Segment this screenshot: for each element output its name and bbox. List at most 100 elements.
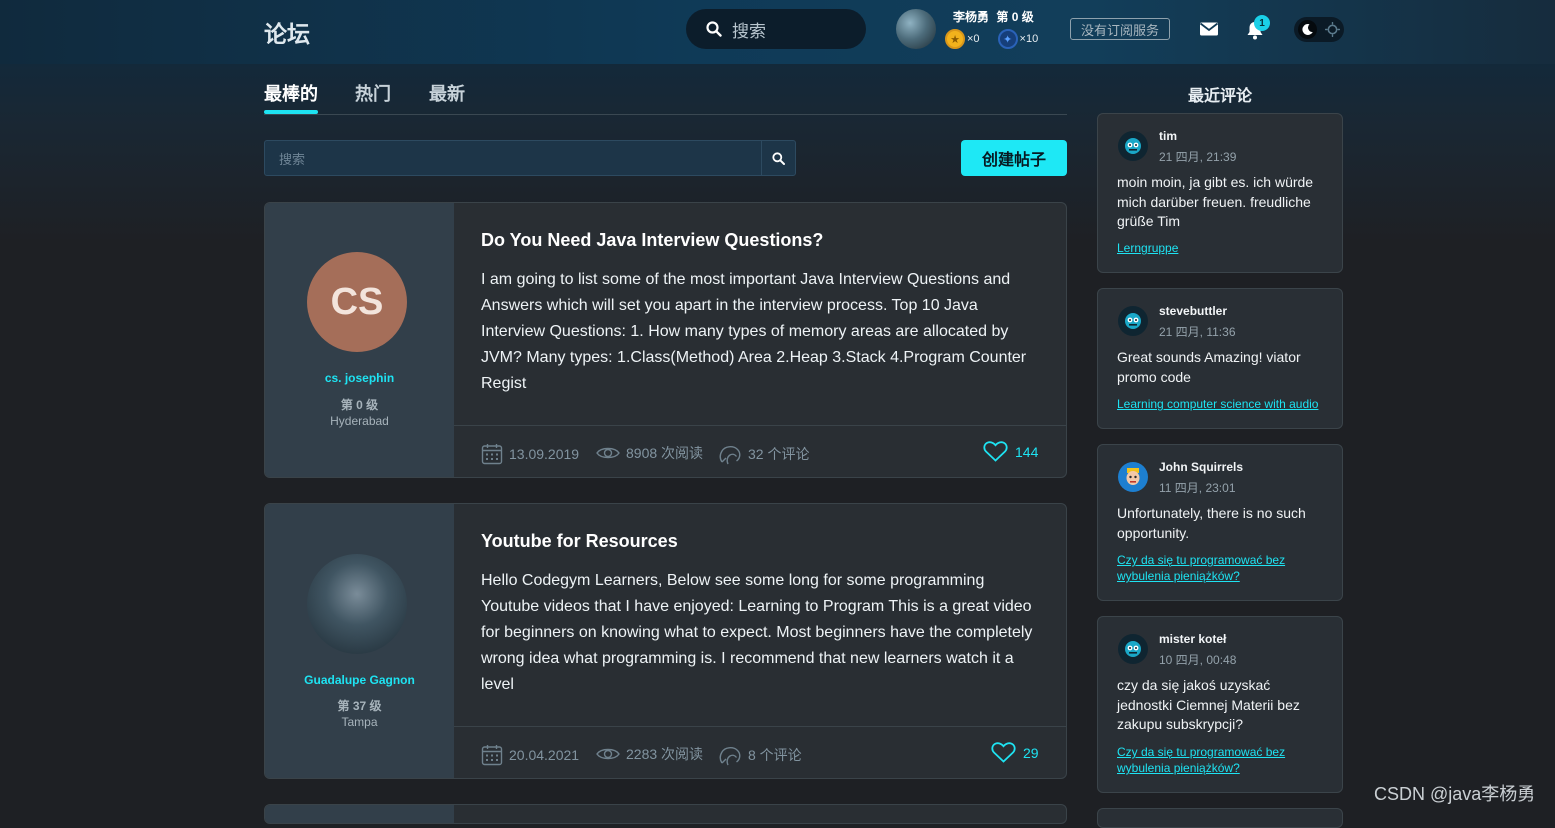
post-comments[interactable]: 8 个评论 bbox=[718, 744, 802, 766]
post-title[interactable]: Do You Need Java Interview Questions? bbox=[481, 230, 823, 251]
theme-toggle[interactable] bbox=[1294, 17, 1344, 42]
tab-hot[interactable]: 热门 bbox=[355, 80, 391, 106]
comment-post-link[interactable]: Czy da się tu programować bez wybulenia … bbox=[1117, 552, 1329, 584]
comment-post-link[interactable]: Learning computer science with audio bbox=[1117, 396, 1329, 412]
comment-card: stevebuttler 21 四月, 11:36 Great sounds A… bbox=[1097, 288, 1343, 429]
tab-best[interactable]: 最棒的 bbox=[264, 80, 318, 106]
author-avatar[interactable] bbox=[307, 554, 407, 654]
like-count: 29 bbox=[1023, 744, 1039, 761]
post-date-text: 13.09.2019 bbox=[509, 446, 580, 462]
post-card[interactable] bbox=[264, 804, 1067, 824]
eye-icon bbox=[596, 447, 620, 459]
top-bar: 论坛 搜索 李杨勇 第 0 级 ★ ×0 ✦ ×10 没有订阅服务 1 bbox=[0, 0, 1555, 64]
comment-time: 21 四月, 11:36 bbox=[1159, 325, 1236, 339]
comment-author[interactable]: mister koteł bbox=[1159, 632, 1226, 646]
comment-post-link[interactable]: Lerngruppe bbox=[1117, 240, 1329, 256]
post-comments-text: 32 个评论 bbox=[748, 446, 810, 462]
like-button[interactable]: 144 bbox=[983, 441, 1038, 462]
post-views: 8908 次阅读 bbox=[596, 443, 703, 463]
dark-matter-icon: ✦ bbox=[997, 29, 1018, 49]
comment-card bbox=[1097, 808, 1343, 828]
site-logo[interactable]: 论坛 bbox=[264, 15, 310, 49]
header-search-button[interactable]: 搜索 bbox=[686, 9, 866, 49]
comment-time: 21 四月, 21:39 bbox=[1159, 150, 1237, 164]
author-city: Hyderabad bbox=[330, 414, 389, 428]
comment-card: mister koteł 10 四月, 00:48 czy da się jak… bbox=[1097, 616, 1343, 793]
comment-icon bbox=[719, 446, 741, 465]
user-avatar[interactable] bbox=[896, 9, 936, 49]
comment-card: tim 21 四月, 21:39 moin moin, ja gibt es. … bbox=[1097, 113, 1343, 273]
heart-icon bbox=[991, 742, 1016, 763]
author-city: Tampa bbox=[341, 715, 378, 729]
recent-comments-title: 最近评论 bbox=[1187, 88, 1252, 105]
post-date: 20.04.2021 bbox=[481, 744, 579, 766]
forum-tabs: 最棒的 热门 最新 bbox=[264, 64, 1067, 115]
post-comments[interactable]: 32 个评论 bbox=[718, 443, 809, 465]
author-level: 第 37 级 bbox=[337, 699, 382, 713]
comment-author[interactable]: John Squirrels bbox=[1159, 460, 1243, 474]
create-post-button[interactable]: 创建帖子 bbox=[961, 140, 1067, 176]
comment-post-link[interactable]: Czy da się tu programować bez wybulenia … bbox=[1117, 744, 1329, 776]
robot-avatar-icon[interactable] bbox=[1118, 131, 1148, 161]
comment-text: moin moin, ja gibt es. ich würde mich da… bbox=[1117, 174, 1314, 229]
comment-author[interactable]: tim bbox=[1159, 129, 1177, 143]
comment-icon bbox=[719, 747, 741, 766]
search-icon bbox=[772, 151, 785, 165]
post-views-text: 8908 次阅读 bbox=[626, 445, 704, 461]
comment-author[interactable]: stevebuttler bbox=[1159, 304, 1227, 318]
post-date: 13.09.2019 bbox=[481, 443, 579, 465]
subscription-button[interactable]: 没有订阅服务 bbox=[1070, 18, 1170, 40]
comment-text: Great sounds Amazing! viator promo code bbox=[1117, 349, 1301, 385]
author-level: 第 0 级 bbox=[340, 398, 379, 412]
post-date-text: 20.04.2021 bbox=[509, 747, 580, 763]
post-comments-text: 8 个评论 bbox=[748, 747, 802, 763]
forum-search-input[interactable]: 搜索 bbox=[265, 141, 761, 175]
post-excerpt: I am going to list some of the most impo… bbox=[481, 271, 1027, 392]
currency-row: ★ ×0 ✦ ×10 bbox=[945, 29, 1038, 49]
forum-search-bar: 搜索 bbox=[264, 140, 796, 176]
post-author-panel bbox=[265, 805, 454, 823]
post-views: 2283 次阅读 bbox=[596, 744, 703, 764]
like-count: 144 bbox=[1015, 443, 1039, 460]
comment-text: Unfortunately, there is no such opportun… bbox=[1117, 505, 1306, 541]
dark-matter-count: ×10 bbox=[1019, 33, 1039, 45]
tab-newest[interactable]: 最新 bbox=[429, 80, 465, 106]
notification-badge: 1 bbox=[1254, 15, 1270, 31]
comment-time: 10 四月, 00:48 bbox=[1159, 653, 1237, 667]
post-author-panel: CS cs. josephin 第 0 级 Hyderabad bbox=[265, 203, 454, 477]
user-name-level[interactable]: 李杨勇 第 0 级 bbox=[953, 8, 1034, 25]
heart-icon bbox=[983, 441, 1008, 462]
calendar-icon bbox=[481, 444, 503, 465]
forum-search-button[interactable] bbox=[761, 141, 795, 175]
post-excerpt: Hello Codegym Learners, Below see some l… bbox=[481, 572, 1033, 693]
user-name: 李杨勇 bbox=[953, 10, 990, 24]
calendar-icon bbox=[481, 745, 503, 766]
comment-time: 11 四月, 23:01 bbox=[1159, 481, 1236, 495]
user-level: 第 0 级 bbox=[996, 10, 1034, 24]
post-footer: 20.04.2021 2283 次阅读 8 个评论 29 bbox=[454, 726, 1066, 778]
comment-text: czy da się jakoś uzyskać jednostki Ciemn… bbox=[1117, 677, 1300, 732]
author-avatar[interactable]: CS bbox=[307, 252, 407, 352]
like-button[interactable]: 29 bbox=[991, 742, 1039, 763]
post-card[interactable]: CS cs. josephin 第 0 级 Hyderabad Do You N… bbox=[264, 202, 1067, 478]
gold-coin-icon: ★ bbox=[945, 29, 965, 49]
mail-icon[interactable] bbox=[1199, 21, 1219, 37]
robot-avatar-icon[interactable] bbox=[1118, 634, 1148, 664]
post-views-text: 2283 次阅读 bbox=[626, 746, 704, 762]
moon-icon bbox=[1298, 20, 1317, 39]
robot-avatar-icon[interactable] bbox=[1118, 306, 1148, 336]
post-title[interactable]: Youtube for Resources bbox=[481, 531, 678, 552]
header-search-label: 搜索 bbox=[732, 21, 766, 41]
author-name[interactable]: Guadalupe Gagnon bbox=[265, 673, 454, 687]
post-footer: 13.09.2019 8908 次阅读 32 个评论 144 bbox=[454, 425, 1066, 477]
active-tab-indicator bbox=[264, 110, 318, 114]
cartoon-face-avatar-icon[interactable] bbox=[1118, 462, 1148, 492]
search-icon bbox=[706, 21, 722, 37]
sun-icon bbox=[1325, 22, 1340, 37]
post-author-panel: Guadalupe Gagnon 第 37 级 Tampa bbox=[265, 504, 454, 778]
gold-coin-count: ×0 bbox=[967, 33, 980, 45]
author-name[interactable]: cs. josephin bbox=[265, 371, 454, 385]
post-card[interactable]: Guadalupe Gagnon 第 37 级 Tampa Youtube fo… bbox=[264, 503, 1067, 779]
eye-icon bbox=[596, 748, 620, 760]
comment-card: John Squirrels 11 四月, 23:01 Unfortunatel… bbox=[1097, 444, 1343, 601]
